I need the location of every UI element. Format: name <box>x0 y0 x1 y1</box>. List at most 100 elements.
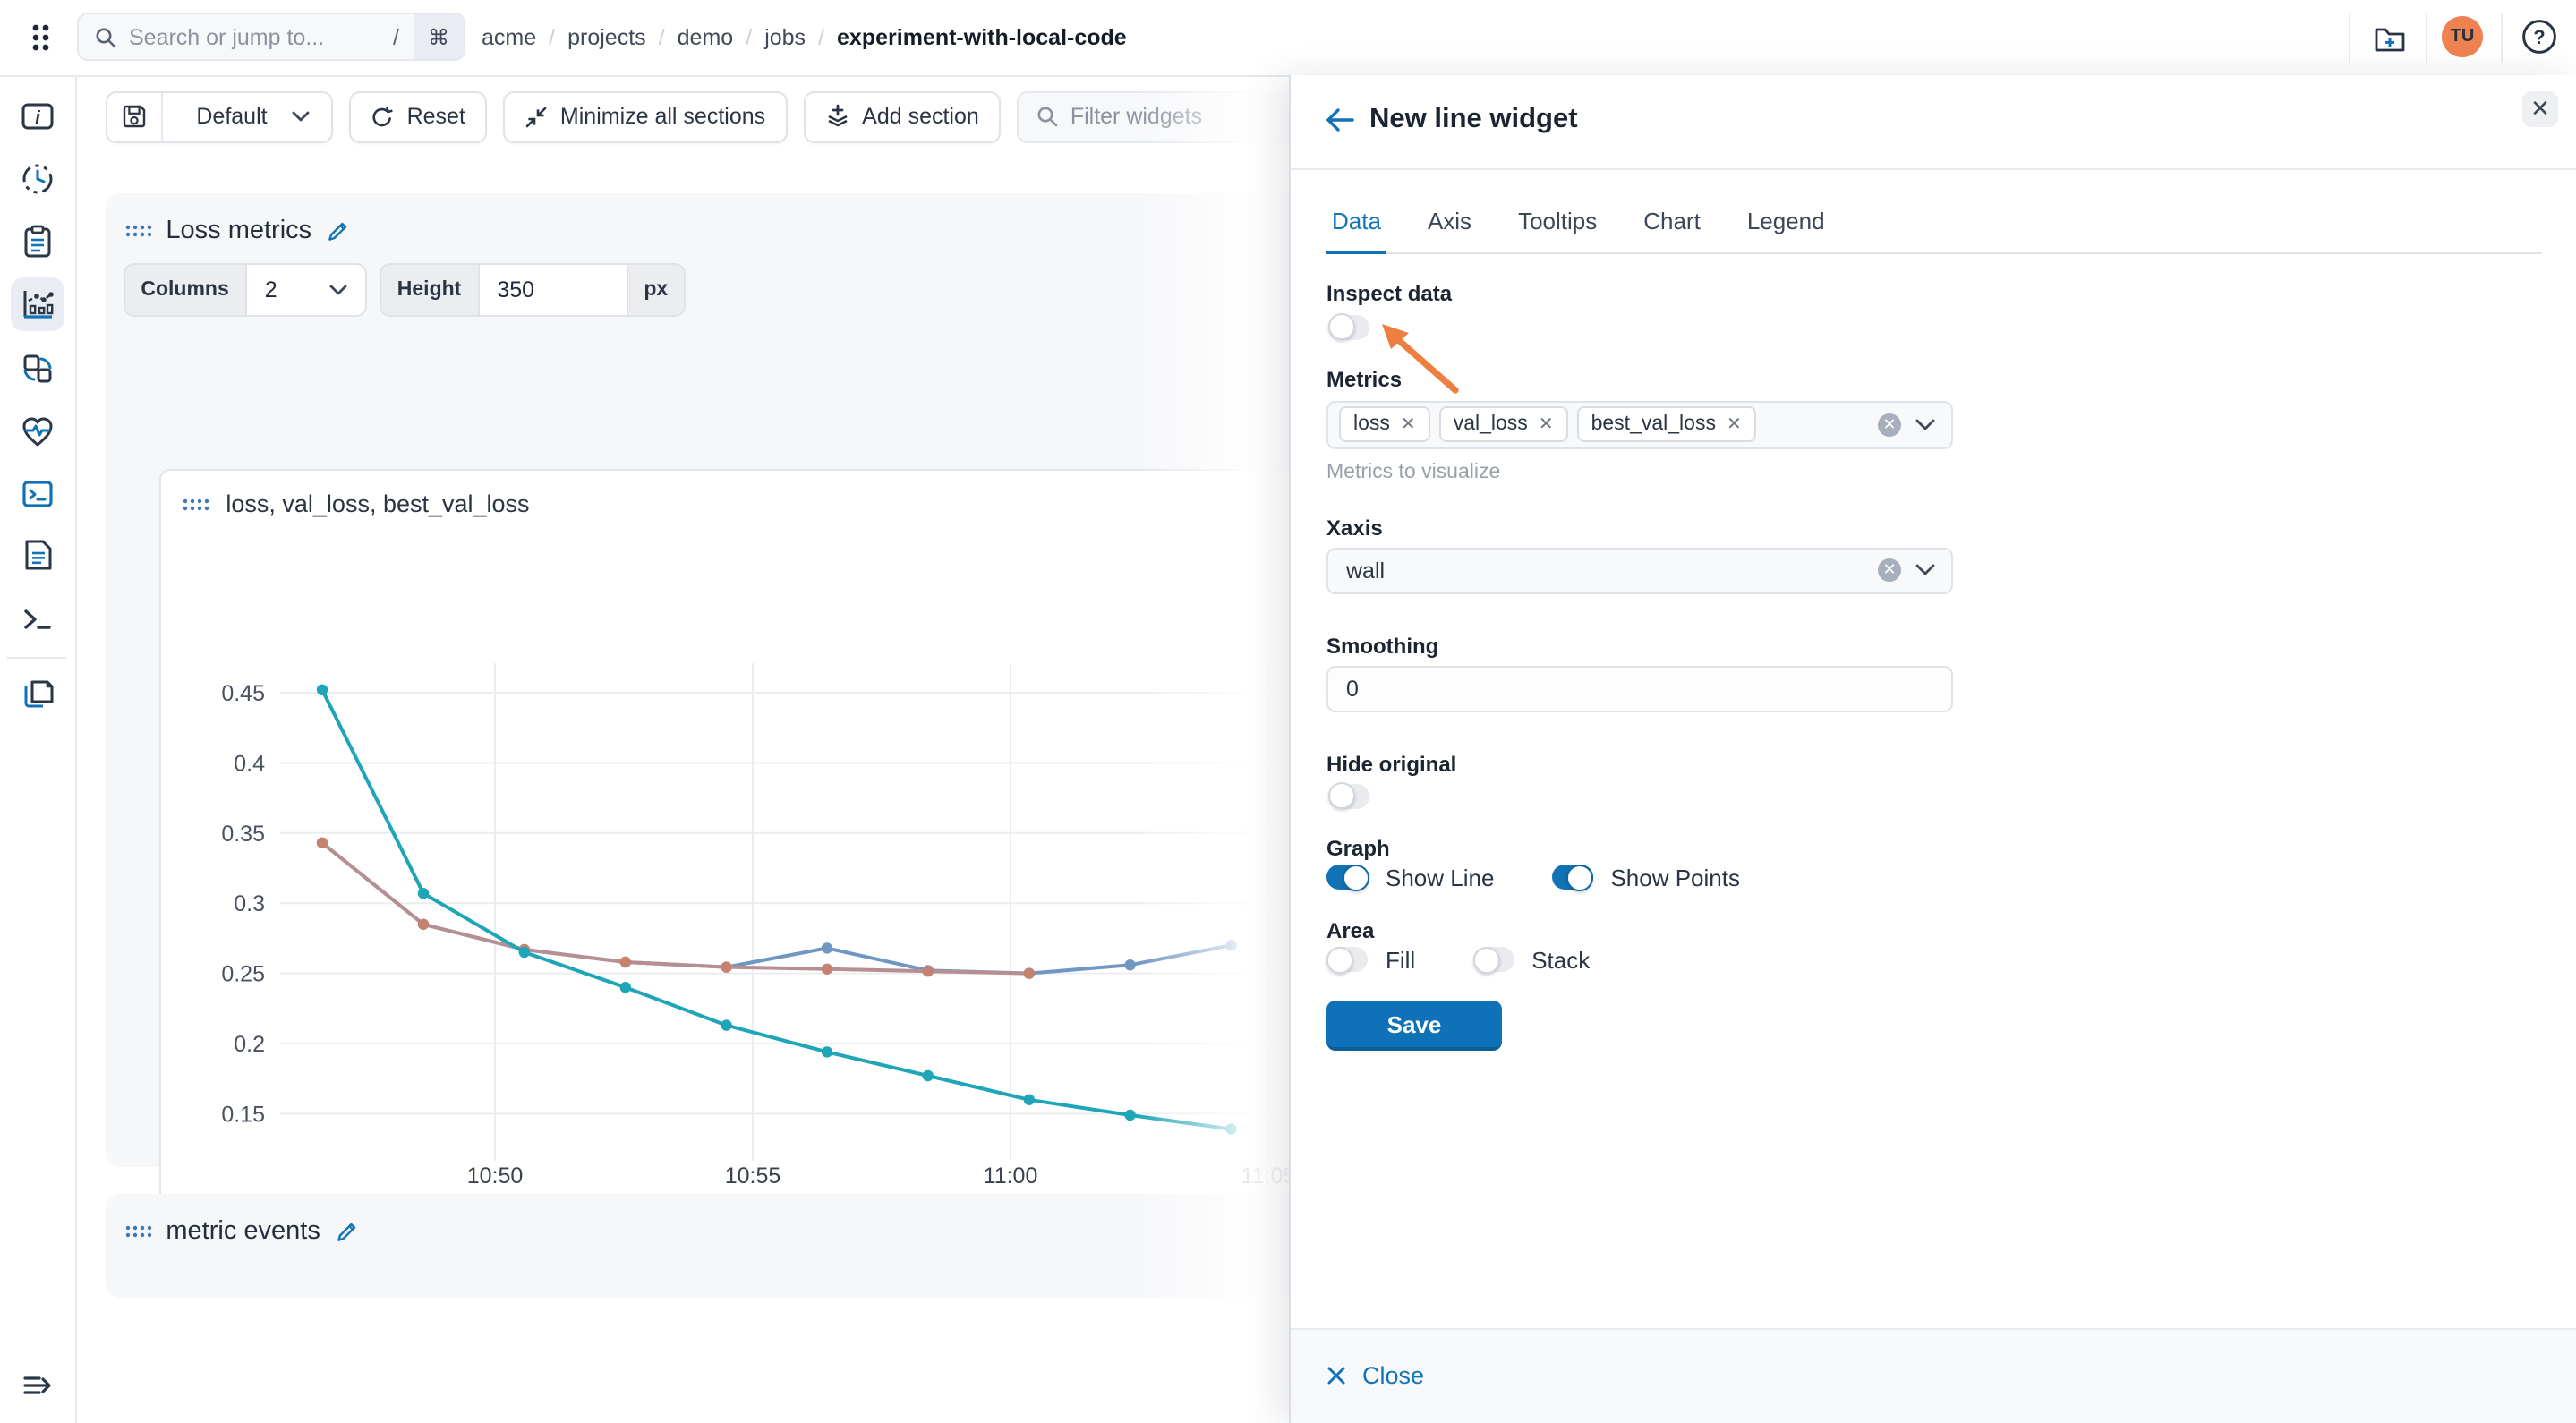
new-line-widget-drawer: New line widget ✕ Data Axis Tooltips Cha… <box>1289 74 2576 1423</box>
new-project-folder-icon[interactable] <box>2370 18 2410 57</box>
drag-handle-icon[interactable] <box>124 1225 151 1240</box>
sidebar-item-tasks-icon[interactable] <box>17 222 56 261</box>
sidebar-item-terminal-icon[interactable] <box>17 473 56 513</box>
close-drawer-button[interactable]: Close <box>1326 1363 1424 1390</box>
hide-original-label: Hide original <box>1326 751 1456 776</box>
inspect-data-label: Inspect data <box>1326 280 1452 305</box>
drawer-tabs: Data Axis Tooltips Chart Legend <box>1326 207 2542 253</box>
tab-axis[interactable]: Axis <box>1422 207 1477 253</box>
svg-text:?: ? <box>2533 26 2545 48</box>
reset-icon <box>371 105 395 128</box>
hide-original-toggle[interactable] <box>1328 783 1369 808</box>
svg-text:11:00: 11:00 <box>983 1164 1037 1189</box>
breadcrumb-current: experiment-with-local-code <box>837 25 1127 50</box>
show-line-label: Show Line <box>1386 864 1494 890</box>
edit-pencil-icon[interactable] <box>326 220 349 243</box>
graph-label: Graph <box>1326 835 1390 860</box>
sidebar-item-history-icon[interactable] <box>17 159 56 199</box>
show-points-label: Show Points <box>1610 864 1740 890</box>
remove-tag-icon[interactable]: ✕ <box>1539 414 1554 434</box>
reset-button[interactable]: Reset <box>350 90 487 142</box>
tab-data[interactable]: Data <box>1326 207 1386 253</box>
sidebar-item-metrics-icon[interactable] <box>17 285 56 324</box>
chevron-down-icon[interactable] <box>1915 564 1935 576</box>
cmd-shortcut-badge: ⌘ <box>414 14 464 59</box>
slash-shortcut: / <box>382 24 414 49</box>
tab-legend[interactable]: Legend <box>1742 207 1830 253</box>
dashboard-toolbar: Default Reset Minimize all sections Add … <box>105 90 1289 142</box>
height-input[interactable]: Height 350 px <box>380 263 686 317</box>
columns-select[interactable]: Columns 2 <box>123 263 366 317</box>
metric-tag: loss✕ <box>1339 406 1430 442</box>
fill-toggle[interactable] <box>1326 947 1368 972</box>
metrics-helper-text: Metrics to visualize <box>1326 461 1500 482</box>
help-icon[interactable]: ? <box>2521 18 2558 55</box>
divider <box>2426 13 2427 63</box>
line-chart[interactable]: 0.450.40.350.30.250.20.1510:5010:5511:00… <box>160 472 1289 1263</box>
breadcrumb-item[interactable]: demo <box>678 25 734 50</box>
section-loss-metrics: Loss metrics Columns 2 Height 350 px <box>105 194 1289 1167</box>
search-input[interactable]: Search or jump to... / ⌘ <box>77 13 465 61</box>
expand-sidebar-icon[interactable] <box>17 1366 56 1405</box>
smoothing-input[interactable]: 0 <box>1326 665 1953 712</box>
sidebar-item-copy-icon[interactable] <box>17 676 56 715</box>
add-section-button[interactable]: Add section <box>803 90 1001 142</box>
search-placeholder: Search or jump to... <box>129 24 382 49</box>
tab-tooltips[interactable]: Tooltips <box>1513 207 1602 253</box>
filter-widgets-input[interactable]: Filter widgets <box>1017 90 1289 142</box>
save-button[interactable]: Save <box>1326 1001 1502 1051</box>
fill-label: Fill <box>1386 946 1415 973</box>
chevron-down-icon[interactable] <box>1915 418 1935 430</box>
floppy-icon <box>121 104 146 129</box>
sidebar-item-shell-icon[interactable] <box>17 600 56 639</box>
remove-tag-icon[interactable]: ✕ <box>1401 414 1416 434</box>
svg-text:0.4: 0.4 <box>234 752 265 777</box>
xaxis-select[interactable]: wall ✕ <box>1326 547 1953 593</box>
drag-handle-icon[interactable] <box>124 225 151 239</box>
sidebar-divider <box>7 657 66 659</box>
show-line-toggle[interactable] <box>1326 865 1368 890</box>
svg-text:0.3: 0.3 <box>234 892 265 917</box>
edit-pencil-icon[interactable] <box>335 1221 358 1244</box>
show-points-toggle[interactable] <box>1551 865 1592 890</box>
avatar[interactable]: TU <box>2442 16 2483 57</box>
dashboard-main: Default Reset Minimize all sections Add … <box>74 74 1289 1423</box>
svg-text:11:05: 11:05 <box>1241 1164 1289 1189</box>
minimize-all-sections-button[interactable]: Minimize all sections <box>503 90 787 142</box>
area-label: Area <box>1326 917 1374 942</box>
metrics-label: Metrics <box>1326 367 1402 392</box>
svg-text:0.45: 0.45 <box>221 682 265 707</box>
svg-text:10:50: 10:50 <box>466 1164 523 1189</box>
svg-text:0.2: 0.2 <box>234 1033 265 1058</box>
preset-select[interactable]: Default <box>175 104 331 129</box>
sidebar-item-info-icon[interactable]: i <box>17 97 56 136</box>
divider <box>2349 13 2350 63</box>
breadcrumb-item[interactable]: projects <box>567 25 646 50</box>
clear-icon[interactable]: ✕ <box>1878 558 1901 582</box>
app-grid-icon[interactable] <box>21 18 61 57</box>
chevron-down-icon <box>293 111 311 122</box>
close-icon[interactable]: ✕ <box>2522 90 2558 126</box>
chart-widget-card: loss, val_loss, best_val_loss 0.450.40.3… <box>158 470 1289 1265</box>
back-arrow-icon[interactable] <box>1325 107 1355 132</box>
breadcrumb-item[interactable]: acme <box>482 25 536 50</box>
clear-all-icon[interactable]: ✕ <box>1878 413 1901 436</box>
section-title: Loss metrics <box>166 217 311 246</box>
search-icon <box>1036 106 1058 127</box>
tab-chart[interactable]: Chart <box>1638 207 1706 253</box>
save-preset-button[interactable] <box>107 92 162 141</box>
breadcrumb-item[interactable]: jobs <box>764 25 806 50</box>
stack-toggle[interactable] <box>1472 947 1514 972</box>
drawer-footer: Close <box>1291 1327 2576 1423</box>
app-root: Search or jump to... / ⌘ acme/ projects/… <box>0 0 2576 1423</box>
divider <box>2501 13 2503 63</box>
sidebar-item-logs-icon[interactable] <box>17 535 56 575</box>
sidebar-item-sync-icon[interactable] <box>17 348 56 388</box>
remove-tag-icon[interactable]: ✕ <box>1727 414 1742 434</box>
sidebar-item-health-icon[interactable] <box>17 411 56 450</box>
inspect-data-toggle[interactable] <box>1328 314 1369 339</box>
svg-text:0.35: 0.35 <box>221 822 265 847</box>
metrics-multiselect[interactable]: loss✕ val_loss✕ best_val_loss✕ ✕ <box>1326 400 1953 448</box>
drawer-header: New line widget ✕ <box>1291 74 2576 169</box>
preset-group: Default <box>105 90 333 142</box>
